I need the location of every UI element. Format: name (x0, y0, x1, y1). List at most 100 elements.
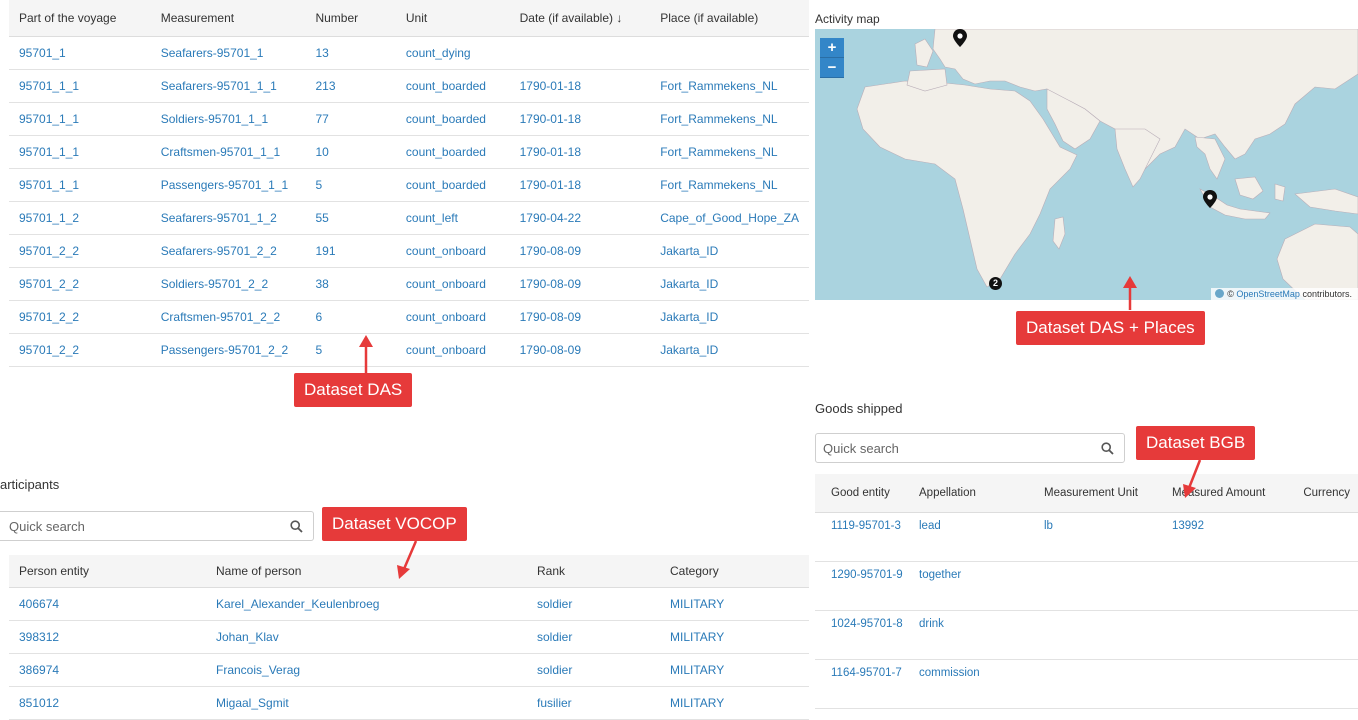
participant-cell-rank[interactable]: soldier (527, 587, 660, 621)
participant-cell-entity[interactable]: 851012 (9, 686, 206, 720)
das-cell-part[interactable]: 95701_2_2 (9, 234, 151, 268)
das-cell-part[interactable]: 95701_1_1 (9, 168, 151, 202)
das-cell-number[interactable]: 55 (305, 201, 396, 235)
das-cell-place[interactable]: Fort_Rammekens_NL (650, 69, 809, 103)
das-col-number[interactable]: Number (305, 0, 396, 37)
goods-cell-appellation[interactable]: commission (911, 659, 1036, 709)
das-cell-part[interactable]: 95701_1_1 (9, 69, 151, 103)
goods-cell-appellation[interactable]: drink (911, 610, 1036, 660)
map-cluster-marker[interactable]: 2 (989, 277, 1002, 290)
goods-cell-unit[interactable]: lb (1036, 512, 1164, 562)
das-cell-measurement[interactable]: Craftsmen-95701_1_1 (150, 135, 306, 169)
das-cell-unit[interactable]: count_boarded (395, 102, 510, 136)
das-cell-measurement[interactable]: Seafarers-95701_2_2 (150, 234, 306, 268)
goods-cell-entity[interactable]: 1164-95701-7 (815, 659, 911, 709)
das-cell-measurement[interactable]: Seafarers-95701_1 (150, 36, 306, 70)
das-cell-measurement[interactable]: Soldiers-95701_1_1 (150, 102, 306, 136)
das-cell-date[interactable]: 1790-01-18 (509, 102, 651, 136)
das-cell-place[interactable]: Jakarta_ID (650, 267, 809, 301)
participant-cell-category[interactable]: MILITARY (660, 620, 809, 654)
das-cell-unit[interactable]: count_onboard (395, 267, 510, 301)
das-cell-unit[interactable]: count_onboard (395, 234, 510, 268)
das-cell-date[interactable] (509, 36, 651, 70)
participant-cell-name[interactable]: Karel_Alexander_Keulenbroeg (206, 587, 527, 621)
sort-arrow-icon[interactable]: ↓ (616, 11, 622, 25)
participant-cell-entity[interactable]: 398312 (9, 620, 206, 654)
das-cell-date[interactable]: 1790-01-18 (509, 168, 651, 202)
das-col-measurement[interactable]: Measurement (150, 0, 306, 37)
goods-cell-entity[interactable]: 1024-95701-8 (815, 610, 911, 660)
das-cell-date[interactable]: 1790-08-09 (509, 300, 651, 334)
das-cell-number[interactable]: 5 (305, 168, 396, 202)
participant-cell-name[interactable]: Johan_Klav (206, 620, 527, 654)
zoom-in-button[interactable]: + (820, 38, 844, 58)
das-cell-date[interactable]: 1790-01-18 (509, 69, 651, 103)
das-cell-measurement[interactable]: Seafarers-95701_1_1 (150, 69, 306, 103)
das-cell-place[interactable]: Jakarta_ID (650, 333, 809, 367)
das-cell-place[interactable]: Fort_Rammekens_NL (650, 168, 809, 202)
osm-link[interactable]: OpenStreetMap (1236, 289, 1300, 299)
das-cell-measurement[interactable]: Soldiers-95701_2_2 (150, 267, 306, 301)
das-cell-measurement[interactable]: Passengers-95701_1_1 (150, 168, 306, 202)
das-col-date[interactable]: Date (if available) ↓ (509, 0, 651, 37)
das-cell-number[interactable]: 191 (305, 234, 396, 268)
das-cell-number[interactable]: 38 (305, 267, 396, 301)
das-cell-place[interactable]: Cape_of_Good_Hope_ZA (650, 201, 809, 235)
participant-cell-category[interactable]: MILITARY (660, 653, 809, 687)
goods-cell-appellation[interactable]: together (911, 561, 1036, 611)
das-cell-part[interactable]: 95701_1_1 (9, 135, 151, 169)
das-cell-part[interactable]: 95701_2_2 (9, 300, 151, 334)
das-cell-place[interactable]: Fort_Rammekens_NL (650, 135, 809, 169)
das-cell-date[interactable]: 1790-08-09 (509, 333, 651, 367)
das-cell-number[interactable]: 5 (305, 333, 396, 367)
das-col-place[interactable]: Place (if available) (650, 0, 809, 37)
das-cell-part[interactable]: 95701_2_2 (9, 333, 151, 367)
das-cell-unit[interactable]: count_boarded (395, 135, 510, 169)
participant-cell-entity[interactable]: 406674 (9, 587, 206, 621)
das-cell-number[interactable]: 10 (305, 135, 396, 169)
goods-cell-entity[interactable]: 1290-95701-9 (815, 561, 911, 611)
das-cell-unit[interactable]: count_onboard (395, 333, 510, 367)
participant-cell-rank[interactable]: soldier (527, 653, 660, 687)
goods-col-currency[interactable]: Currency (1283, 474, 1358, 513)
das-col-unit[interactable]: Unit (395, 0, 510, 37)
das-cell-part[interactable]: 95701_1 (9, 36, 151, 70)
activity-map[interactable]: + − 2 © OpenStreetMap contributors. (815, 29, 1358, 300)
participants-col-rank[interactable]: Rank (527, 555, 660, 588)
participant-cell-entity[interactable]: 386974 (9, 653, 206, 687)
goods-col-appellation[interactable]: Appellation (911, 474, 1036, 513)
participant-cell-name[interactable]: Francois_Verag (206, 653, 527, 687)
goods-cell-amount[interactable]: 13992 (1164, 512, 1283, 562)
das-cell-date[interactable]: 1790-08-09 (509, 267, 651, 301)
das-cell-place[interactable] (650, 36, 809, 70)
das-cell-unit[interactable]: count_left (395, 201, 510, 235)
das-cell-unit[interactable]: count_boarded (395, 168, 510, 202)
das-cell-part[interactable]: 95701_1_2 (9, 201, 151, 235)
das-cell-date[interactable]: 1790-08-09 (509, 234, 651, 268)
das-cell-part[interactable]: 95701_1_1 (9, 102, 151, 136)
participants-search-input[interactable] (0, 512, 267, 540)
participant-cell-category[interactable]: MILITARY (660, 686, 809, 720)
goods-col-unit[interactable]: Measurement Unit (1036, 474, 1164, 513)
das-cell-unit[interactable]: count_onboard (395, 300, 510, 334)
participants-col-category[interactable]: Category (660, 555, 809, 588)
das-cell-number[interactable]: 6 (305, 300, 396, 334)
das-cell-number[interactable]: 13 (305, 36, 396, 70)
das-cell-measurement[interactable]: Passengers-95701_2_2 (150, 333, 306, 367)
participant-cell-rank[interactable]: soldier (527, 620, 660, 654)
goods-search-input[interactable] (816, 434, 1078, 462)
das-cell-unit[interactable]: count_boarded (395, 69, 510, 103)
das-cell-place[interactable]: Jakarta_ID (650, 234, 809, 268)
participant-cell-rank[interactable]: fusilier (527, 686, 660, 720)
das-cell-part[interactable]: 95701_2_2 (9, 267, 151, 301)
goods-cell-entity[interactable]: 1119-95701-3 (815, 512, 911, 562)
search-icon[interactable] (290, 520, 303, 533)
das-cell-number[interactable]: 77 (305, 102, 396, 136)
participant-cell-name[interactable]: Migaal_Sgmit (206, 686, 527, 720)
das-cell-place[interactable]: Fort_Rammekens_NL (650, 102, 809, 136)
das-cell-number[interactable]: 213 (305, 69, 396, 103)
das-cell-measurement[interactable]: Craftsmen-95701_2_2 (150, 300, 306, 334)
participants-col-entity[interactable]: Person entity (9, 555, 206, 588)
das-cell-unit[interactable]: count_dying (395, 36, 510, 70)
das-cell-measurement[interactable]: Seafarers-95701_1_2 (150, 201, 306, 235)
